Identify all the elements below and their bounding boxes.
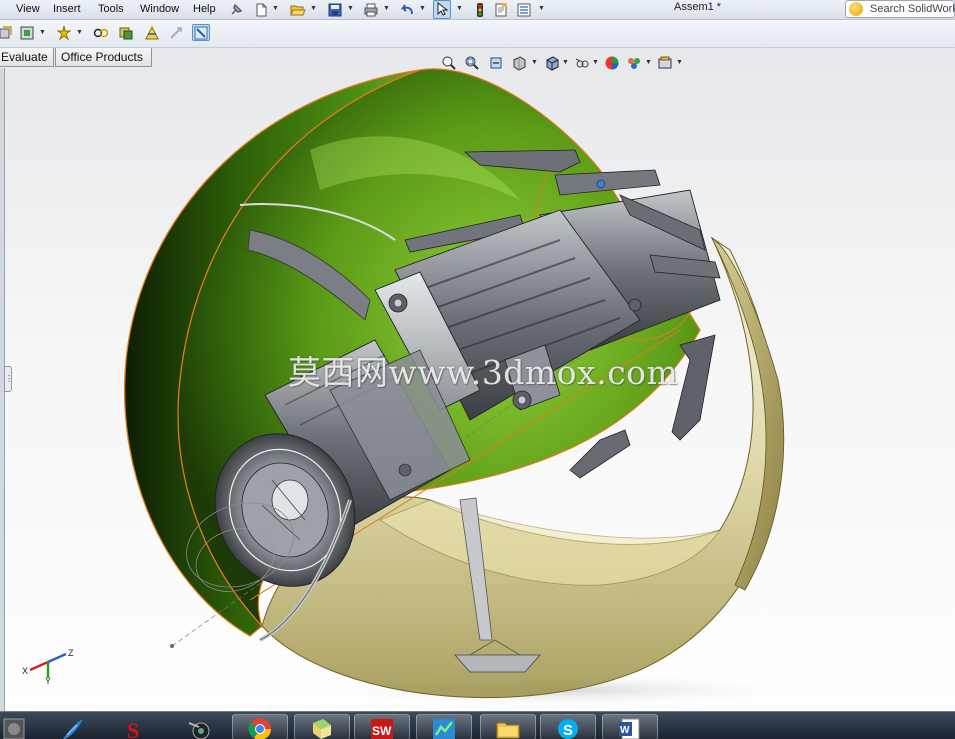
undo-icon[interactable] [398,1,416,18]
view-orientation-icon[interactable] [543,54,561,71]
triad-z-label: Z [68,648,74,658]
chevron-down-icon[interactable]: ▼ [76,29,83,36]
select-arrow-icon[interactable] [433,0,451,19]
new-document-icon[interactable] [252,1,270,18]
quill-app-icon[interactable] [44,714,100,739]
section-view-icon[interactable] [510,54,528,71]
pin-icon[interactable] [227,1,245,18]
graphics-area[interactable]: ⋮ ▼ ▼ ▼ ▼ ▼ 莫西网www.3dmox.com X Y Z [0,48,955,711]
bill-of-materials-icon[interactable] [167,24,185,41]
assembly-toolbar: ▼ ▼ [0,20,955,48]
svg-text:W: W [620,725,630,736]
watermark-text: 莫西网www.3dmox.com [288,353,679,392]
chevron-down-icon[interactable]: ▼ [592,59,599,66]
chevron-down-icon[interactable]: ▼ [347,5,354,12]
solidworks-s-icon[interactable]: S [108,714,164,739]
coordinate-triad: X Y Z [22,648,74,684]
reference-geometry-icon[interactable] [143,24,161,41]
smart-fasteners-icon[interactable] [55,24,73,41]
apply-scene-icon[interactable] [625,54,643,71]
help-search-icon [849,2,863,16]
chevron-down-icon[interactable]: ▼ [645,59,652,66]
search-input[interactable]: Search SolidWorks [845,0,955,18]
chevron-down-icon[interactable]: ▼ [676,59,683,66]
word-icon[interactable]: W [602,714,658,739]
svg-text:SW: SW [372,724,392,738]
menu-tools[interactable]: Tools [98,3,124,15]
menu-insert[interactable]: Insert [53,3,81,15]
open-folder-icon[interactable] [289,1,307,18]
zoom-to-fit-icon[interactable] [440,54,458,71]
solidworks-sw-icon[interactable]: SW [354,714,410,739]
chevron-down-icon[interactable]: ▼ [310,5,317,12]
edit-appearance-icon[interactable] [603,54,621,71]
previous-view-icon[interactable] [487,54,505,71]
view-settings-icon[interactable] [656,54,674,71]
instant3d-icon[interactable] [192,24,210,41]
file-properties-icon[interactable] [492,1,510,18]
triad-x-label: X [22,666,28,676]
skype-icon[interactable]: S [540,714,596,739]
insert-component-icon[interactable] [0,24,14,41]
chevron-down-icon[interactable]: ▼ [272,5,279,12]
menu-bar: View Insert Tools Window Help ▼ ▼ ▼ ▼ ▼ … [0,0,955,20]
svg-text:S: S [563,722,573,739]
chrome-icon[interactable] [232,714,288,739]
chevron-down-icon[interactable]: ▼ [562,59,569,66]
chart-app-icon[interactable] [416,714,472,739]
menu-view[interactable]: View [16,3,40,15]
print-icon[interactable] [362,1,380,18]
system-icon[interactable] [0,714,28,739]
display-style-icon[interactable] [573,54,591,71]
chevron-down-icon[interactable]: ▼ [538,5,545,12]
document-title: Assem1 * [674,1,722,13]
save-icon[interactable] [326,1,344,18]
chevron-down-icon[interactable]: ▼ [419,5,426,12]
svg-text:S: S [127,718,139,739]
chevron-down-icon[interactable]: ▼ [383,5,390,12]
mate-icon[interactable] [18,24,36,41]
folder-icon[interactable] [480,714,536,739]
options-icon[interactable] [515,1,533,18]
chevron-down-icon[interactable]: ▼ [531,59,538,66]
search-placeholder: Search SolidWorks [870,3,955,15]
tab-office-products[interactable]: Office Products [55,48,152,67]
menu-window[interactable]: Window [140,3,179,15]
panel-collapse-handle[interactable]: ⋮ [4,366,13,392]
tab-evaluate[interactable]: Evaluate [0,48,54,67]
explode-view-icon[interactable] [117,24,135,41]
rebuild-traffic-light-icon[interactable] [471,1,489,18]
chevron-down-icon[interactable]: ▼ [39,29,46,36]
move-component-icon[interactable] [92,24,110,41]
triad-y-label: Y [45,676,51,684]
camera-app-icon[interactable] [172,714,228,739]
taskbar: S SW S W [0,711,955,739]
file-manager-icon[interactable] [294,714,350,739]
menu-help[interactable]: Help [193,3,216,15]
zoom-to-area-icon[interactable] [463,54,481,71]
chevron-down-icon[interactable]: ▼ [456,5,463,12]
